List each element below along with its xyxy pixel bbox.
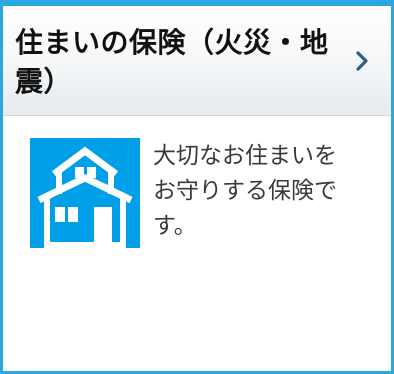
chevron-right-icon[interactable] (355, 50, 369, 72)
card-title: 住まいの保険（火災・地震） (15, 26, 329, 98)
card-description: 大切なお住まいをお守りする保険です。 (153, 143, 337, 239)
house-icon (30, 138, 140, 248)
card-body: 大切なお住まいをお守りする保険です。 (3, 116, 391, 374)
insurance-card[interactable]: 住まいの保険（火災・地震） 大切なお住まいをお守りする保険です。 (0, 0, 394, 374)
card-header-link[interactable]: 住まいの保険（火災・地震） (3, 6, 391, 116)
